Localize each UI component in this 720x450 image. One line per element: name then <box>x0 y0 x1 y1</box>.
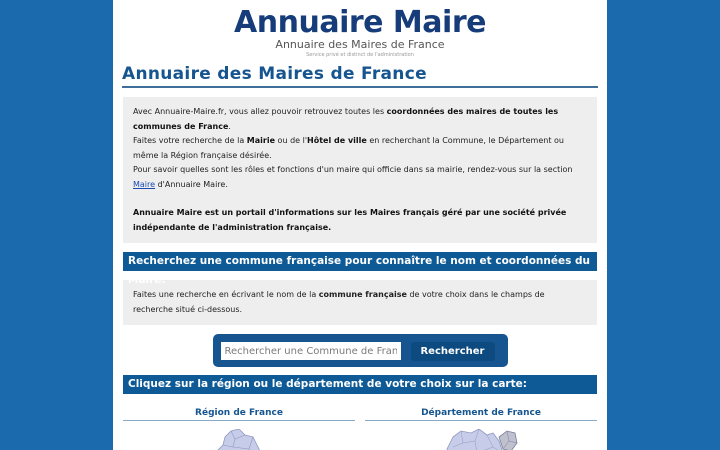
department-map-label: Département de France <box>365 407 597 421</box>
map-section-header: Cliquez sur la région ou le département … <box>123 375 597 394</box>
intro-text: Faites votre recherche de la <box>133 136 247 145</box>
intro-box: Avec Annuaire-Maire.fr, vous allez pouvo… <box>123 97 597 243</box>
intro-disclaimer: Annuaire Maire est un portail d'informat… <box>133 208 567 232</box>
maire-link[interactable]: Maire <box>133 180 155 189</box>
intro-text: d'Annuaire Maire. <box>155 179 228 189</box>
intro-text: Avec Annuaire-Maire.fr, vous allez pouvo… <box>133 107 387 116</box>
department-map[interactable] <box>443 429 519 450</box>
intro-paragraph-3: Pour savoir quelles sont les rôles et fo… <box>133 163 587 192</box>
region-map[interactable] <box>209 429 269 450</box>
site-logo-subtitle: Annuaire des Maires de France <box>275 38 445 51</box>
intro-paragraph-1: Avec Annuaire-Maire.fr, vous allez pouvo… <box>133 105 587 134</box>
search-hint-box: Faites une recherche en écrivant le nom … <box>123 280 597 325</box>
search-hint-bold: commune française <box>318 290 407 299</box>
search-form: Rechercher <box>212 334 508 367</box>
region-map-label: Région de France <box>123 407 355 421</box>
region-map-column: Région de France <box>123 407 355 450</box>
site-logo-tagline: Service privé et distinct de l'administr… <box>306 52 414 58</box>
page-container: Annuaire Maire Annuaire des Maires de Fr… <box>113 0 607 450</box>
site-header: Annuaire Maire Annuaire des Maires de Fr… <box>113 6 607 59</box>
search-input[interactable] <box>220 342 401 360</box>
intro-text: Pour savoir quelles sont les rôles et fo… <box>133 165 573 174</box>
intro-bold-text: Mairie <box>246 136 276 145</box>
maps-area: Région de France Département de France <box>123 407 597 450</box>
department-map-column: Département de France <box>365 407 597 450</box>
intro-bold-text: Hôtel de ville <box>307 136 367 145</box>
intro-paragraph-4: Annuaire Maire est un portail d'informat… <box>133 206 587 235</box>
search-hint-text: Faites une recherche en écrivant le nom … <box>133 290 319 299</box>
intro-text: ou de l' <box>275 136 308 145</box>
search-button[interactable]: Rechercher <box>410 342 495 361</box>
intro-paragraph-2: Faites votre recherche de la Mairie ou d… <box>133 134 587 163</box>
intro-text: . <box>228 121 231 131</box>
page-title: Annuaire des Maires de France <box>122 63 598 88</box>
search-section-header: Recherchez une commune française pour co… <box>123 252 597 286</box>
site-logo[interactable]: Annuaire Maire <box>113 6 607 40</box>
